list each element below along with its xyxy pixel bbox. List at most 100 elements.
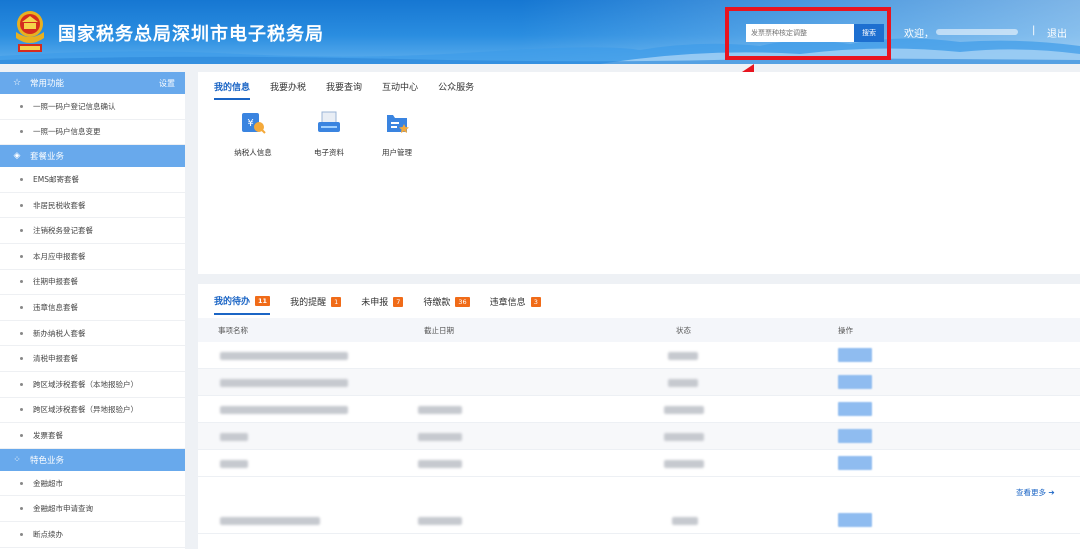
- bullet-icon: [20, 229, 23, 233]
- sidebar-section-common[interactable]: ☆ 常用功能 设置: [0, 72, 185, 94]
- grid-icon: ⁘: [13, 454, 21, 465]
- bullet-icon: [20, 382, 23, 386]
- bullet-icon: [20, 280, 23, 284]
- tab-todo[interactable]: 我的待办 11: [214, 294, 271, 315]
- taxpayer-info-icon: ¥: [242, 113, 266, 134]
- redacted-cell: [418, 517, 462, 525]
- quick-link-e-document[interactable]: 电子资料: [304, 110, 354, 158]
- count-badge: 36: [455, 296, 470, 307]
- sidebar-item[interactable]: 本月应申报套餐: [0, 244, 185, 270]
- main-tabs: 我的信息 我要办税 我要查询 互动中心 公众服务: [214, 80, 494, 100]
- column-header: 操作: [838, 326, 853, 335]
- sidebar-item[interactable]: 一照一码户信息变更: [0, 120, 185, 146]
- table-row[interactable]: [198, 507, 1080, 534]
- sidebar-item[interactable]: 跨区域涉税套餐（本地报验户）: [0, 372, 185, 398]
- tab-unpaid[interactable]: 待缴款 36: [423, 294, 470, 315]
- count-badge: 3: [530, 296, 541, 307]
- sidebar-item[interactable]: 往期申报套餐: [0, 270, 185, 296]
- tab-interaction[interactable]: 互动中心: [382, 80, 418, 100]
- redacted-cell: [220, 433, 248, 441]
- count-badge: 7: [393, 296, 404, 307]
- tab-my-info[interactable]: 我的信息: [214, 80, 251, 100]
- action-button[interactable]: [838, 456, 872, 470]
- action-button[interactable]: [838, 402, 872, 416]
- sidebar-item[interactable]: 新办纳税人套餐: [0, 321, 185, 347]
- sidebar-item[interactable]: 清税申报套餐: [0, 346, 185, 372]
- redacted-cell: [668, 352, 698, 360]
- table-row[interactable]: [198, 423, 1080, 450]
- action-button[interactable]: [838, 429, 872, 443]
- bullet-icon: [20, 357, 23, 361]
- tax-emblem-icon: [16, 11, 44, 52]
- table-row[interactable]: [198, 369, 1080, 396]
- redacted-cell: [220, 352, 348, 360]
- bullet-icon: [20, 433, 23, 437]
- quick-link-user-management[interactable]: 用户管理: [372, 110, 422, 158]
- redacted-cell: [418, 406, 462, 414]
- sidebar-item[interactable]: 非居民税收套餐: [0, 193, 185, 219]
- bullet-icon: [20, 507, 23, 511]
- tab-undeclared[interactable]: 未申报 7: [361, 294, 404, 315]
- bullet-icon: [20, 331, 23, 335]
- arrow-right-circle-icon: ➔: [1048, 488, 1055, 497]
- redacted-cell: [418, 433, 462, 441]
- redacted-cell: [668, 379, 698, 387]
- redacted-cell: [418, 460, 462, 468]
- bullet-icon: [20, 305, 23, 309]
- sidebar-item[interactable]: 一照一码户登记信息确认: [0, 94, 185, 120]
- action-button[interactable]: [838, 513, 872, 527]
- sidebar: ☆ 常用功能 设置 一照一码户登记信息确认 一照一码户信息变更 ◈ 套餐业务 E…: [0, 72, 185, 549]
- redacted-cell: [220, 460, 248, 468]
- count-badge: 11: [255, 295, 271, 306]
- user-management-icon: [387, 115, 409, 133]
- table-row[interactable]: [198, 342, 1080, 369]
- sidebar-item[interactable]: 违章信息套餐: [0, 295, 185, 321]
- tab-public-service[interactable]: 公众服务: [438, 80, 474, 100]
- sidebar-item[interactable]: EMS邮寄套餐: [0, 167, 185, 193]
- column-header: 事项名称: [218, 326, 248, 335]
- logout-link[interactable]: 退出: [1047, 25, 1067, 40]
- site-title: 国家税务总局深圳市电子税务局: [58, 24, 324, 45]
- bullet-icon: [20, 203, 23, 207]
- bullet-icon: [20, 408, 23, 412]
- settings-link[interactable]: 设置: [159, 78, 175, 89]
- header-banner: 国家税务总局深圳市电子税务局 搜索 欢迎， | 退出: [0, 0, 1080, 64]
- sidebar-item[interactable]: 跨区域涉税套餐（异地报验户）: [0, 398, 185, 424]
- e-document-icon: [318, 111, 340, 132]
- bullet-icon: [20, 481, 23, 485]
- redacted-cell: [220, 517, 320, 525]
- sidebar-item[interactable]: 金融超市: [0, 471, 185, 497]
- view-more-link[interactable]: 查看更多 ➔: [1016, 487, 1055, 498]
- table-header: 事项名称 截止日期 状态 操作: [198, 318, 1080, 342]
- table-row[interactable]: [198, 450, 1080, 477]
- sidebar-section-special[interactable]: ⁘ 特色业务: [0, 448, 185, 471]
- search-highlight-box: [725, 7, 891, 60]
- redacted-cell: [664, 406, 704, 414]
- sidebar-section-packages[interactable]: ◈ 套餐业务: [0, 145, 185, 168]
- quick-link-taxpayer-info[interactable]: ¥ 纳税人信息: [228, 110, 278, 158]
- redacted-cell: [220, 379, 348, 387]
- bullet-icon: [20, 177, 23, 181]
- task-tabs: 我的待办 11 我的提醒 1 未申报 7 待缴款 36 违章信息 3: [214, 294, 561, 315]
- tab-reminders[interactable]: 我的提醒 1: [290, 294, 342, 315]
- sidebar-item[interactable]: 断点续办: [0, 522, 185, 548]
- bullet-icon: [20, 130, 23, 134]
- table-row[interactable]: [198, 396, 1080, 423]
- sidebar-item[interactable]: 发票套餐: [0, 423, 185, 449]
- action-button[interactable]: [838, 375, 872, 389]
- count-badge: 1: [331, 296, 342, 307]
- redacted-cell: [664, 460, 704, 468]
- header-separator: |: [1032, 25, 1036, 36]
- tab-violations[interactable]: 违章信息 3: [490, 294, 541, 315]
- sidebar-item[interactable]: 金融超市申请查询: [0, 496, 185, 522]
- sidebar-item[interactable]: 注销税务登记套餐: [0, 218, 185, 244]
- layers-icon: ◈: [13, 151, 21, 162]
- column-header: 状态: [676, 326, 691, 335]
- welcome-text: 欢迎，: [904, 29, 934, 40]
- redacted-cell: [664, 433, 704, 441]
- tasks-panel: 我的待办 11 我的提醒 1 未申报 7 待缴款 36 违章信息 3 事项名称 截止日期 …: [198, 284, 1080, 549]
- tab-tax-handling[interactable]: 我要办税: [270, 80, 306, 100]
- action-button[interactable]: [838, 348, 872, 362]
- star-icon: ☆: [12, 78, 22, 88]
- tab-query[interactable]: 我要查询: [326, 80, 362, 100]
